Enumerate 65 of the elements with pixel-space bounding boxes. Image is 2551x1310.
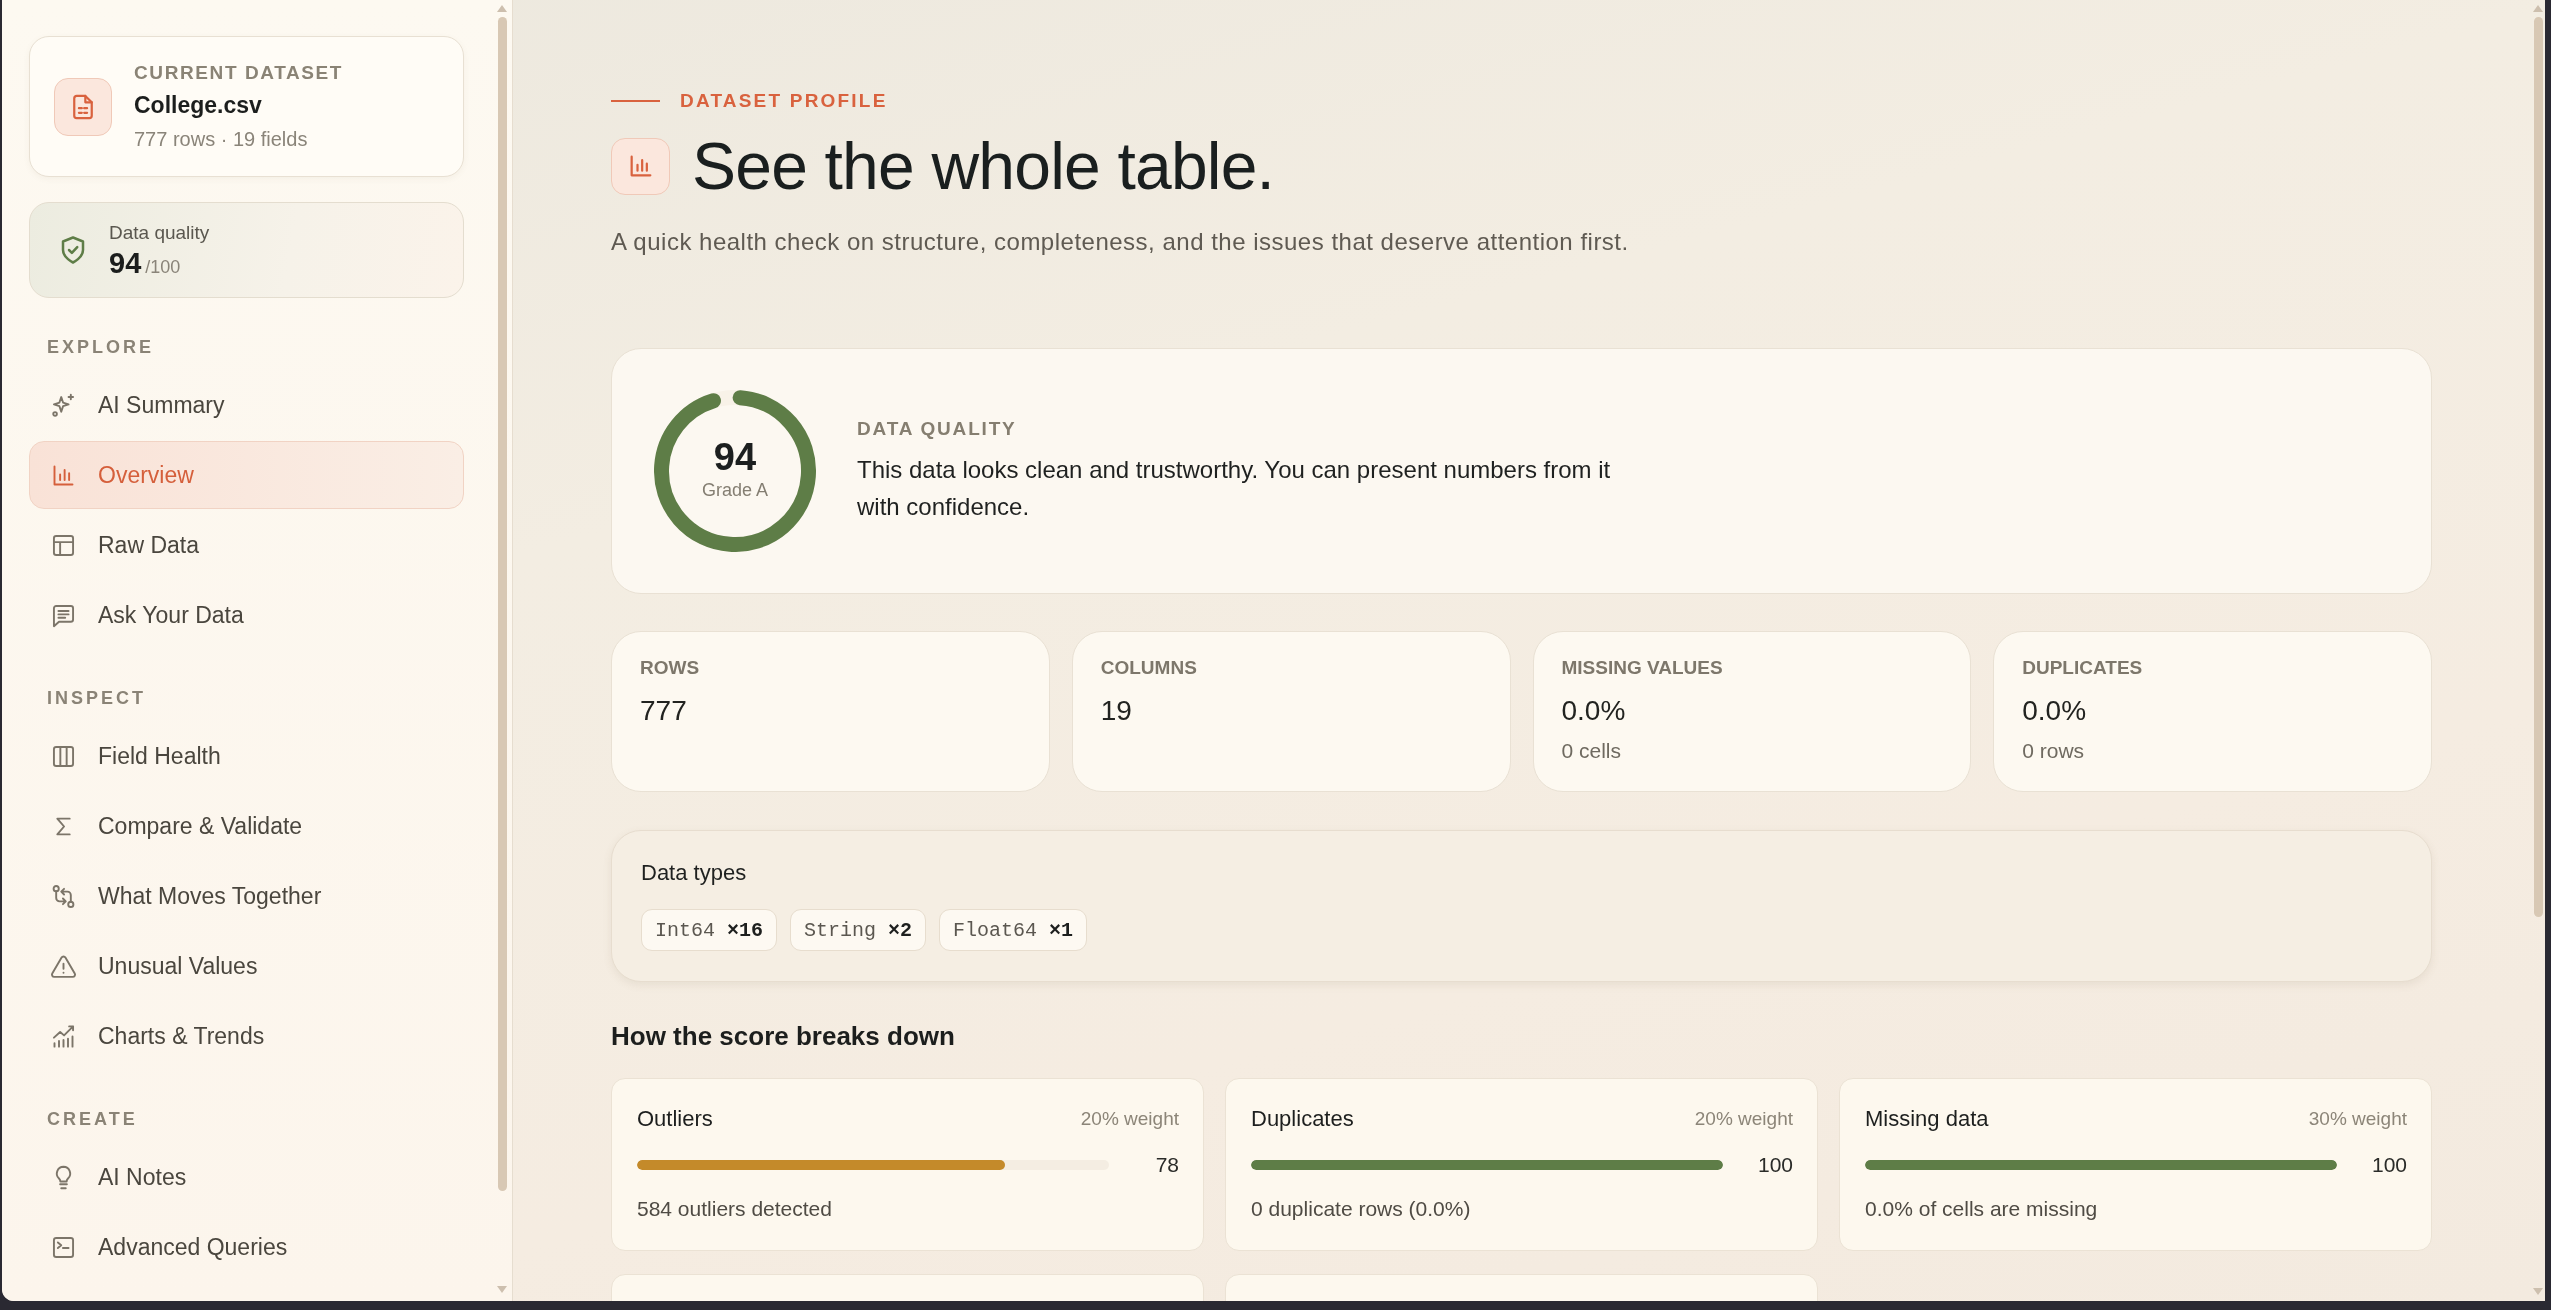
grade-label: Grade A (701, 479, 768, 501)
section-heading: How the score breaks down (611, 1020, 956, 1052)
stat-label: MISSING VALUES (1561, 656, 1724, 680)
score-value: 100 (2370, 1152, 2407, 1178)
type-chip: Int64 ×16 (641, 909, 778, 951)
metric-name: Outliers (637, 1105, 713, 1133)
nav-item[interactable]: Charts & Trends (29, 1002, 464, 1070)
score-value: 94 (713, 435, 757, 479)
scroll-down-icon[interactable] (497, 1286, 507, 1293)
metric-note: 0.0% of cells are missing (1865, 1196, 2099, 1222)
trend-chart-icon (50, 1022, 77, 1050)
scroll-up-icon[interactable] (497, 5, 507, 12)
quality-label: Data quality (109, 221, 210, 245)
weight-label: 30% weight (2308, 1107, 2407, 1131)
stat-value: 777 (640, 694, 688, 728)
nav-item[interactable]: Ask Your Data (29, 581, 464, 649)
sparkle-icon (50, 391, 77, 419)
quality-score: 94 (109, 246, 142, 280)
metric-name: Missing data (1865, 1105, 1989, 1133)
stat-note: 0 cells (1561, 738, 1623, 764)
quality-summary: This data looks clean and trustworthy. You can present numbers from it with confidence. (857, 455, 1612, 522)
page-title: See the whole table. (692, 130, 1275, 202)
spreadsheet-file-icon (54, 77, 112, 136)
page-subtitle: A quick health check on structure, completeness, and the issues that deserve attention first. (611, 227, 1630, 257)
bar-chart-icon (611, 137, 670, 195)
score-value: 100 (1756, 1152, 1793, 1178)
nav-item[interactable]: Field Health (29, 722, 464, 790)
nav-item[interactable]: Unusual Values (29, 932, 464, 1000)
metric-note: 0 duplicate rows (0.0%) (1251, 1196, 1472, 1222)
scroll-down-icon[interactable] (2533, 1288, 2543, 1295)
metric-note: 584 outliers detected (637, 1196, 833, 1222)
page-eyebrow: DATASET PROFILE (680, 89, 888, 113)
stat-note: 0 rows (2022, 738, 2086, 764)
nav-item[interactable]: Advanced Queries (29, 1213, 464, 1281)
weight-label: 20% weight (1694, 1107, 1793, 1131)
score-value: 78 (1154, 1152, 1179, 1178)
nav-item[interactable]: AI Notes (29, 1143, 464, 1211)
stat-value: 0.0% (1561, 694, 1627, 728)
stat-value: 19 (1100, 694, 1133, 728)
dataset-name: College.csv (134, 90, 263, 120)
type-chip: Float64 ×1 (939, 909, 1088, 951)
stat-label: COLUMNS (1100, 656, 1198, 680)
metric-name: Duplicates (1251, 1105, 1354, 1133)
section-label: INSPECT (46, 687, 147, 710)
nav-item[interactable]: Compare & Validate (29, 792, 464, 860)
section-label: CREATE (46, 1108, 139, 1131)
quality-label: DATA QUALITY (857, 417, 1018, 441)
quality-max: /100 (145, 257, 181, 278)
weight-label: 20% weight (1080, 1107, 1179, 1131)
nav-item[interactable]: Raw Data (29, 511, 464, 579)
dataset-label: CURRENT DATASET (134, 60, 344, 85)
dataset-meta: 777 rows · 19 fields (134, 126, 309, 152)
type-chip: String ×2 (790, 909, 927, 951)
compare-arrows-icon (50, 882, 77, 910)
card-title: Data types (641, 859, 748, 887)
nav-item[interactable]: What Moves Together (29, 862, 464, 930)
stat-value: 0.0% (2022, 694, 2088, 728)
scrollbar-thumb[interactable] (497, 17, 507, 1191)
stat-label: DUPLICATES (2022, 656, 2144, 680)
nav-item[interactable]: AI Summary (29, 371, 464, 439)
scroll-up-icon[interactable] (2533, 5, 2543, 12)
warning-icon (50, 952, 77, 980)
section-label: EXPLORE (46, 336, 156, 359)
scrollbar-thumb[interactable] (2533, 17, 2543, 917)
stat-label: ROWS (640, 656, 701, 680)
